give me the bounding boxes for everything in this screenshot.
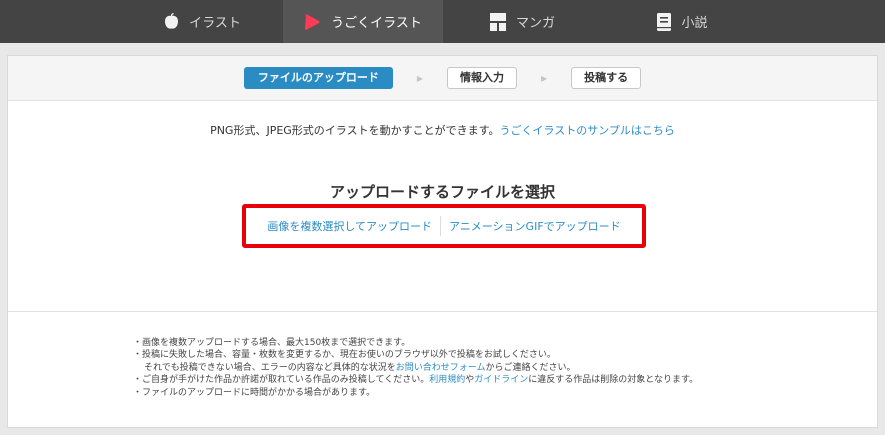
tab-manga-label: マンガ: [515, 16, 555, 31]
note-text: や: [465, 375, 475, 386]
note-text: に違反する作品は削除の対象となります。: [528, 375, 699, 386]
list-item: ・投稿に失敗した場合、容量・枚数を変更するか、現在お使いのブラウザ以外で投稿をお…: [133, 350, 556, 361]
guidelines-link[interactable]: ガイドライン: [474, 375, 528, 385]
note-text: ・ご自身が手がけた作品か許諾が取れている作品のみ投稿してください。: [133, 375, 430, 386]
step-arrow-icon: ▶: [416, 73, 423, 83]
tab-manga[interactable]: マンガ: [443, 0, 603, 43]
list-item: ・ファイルのアップロードに時間がかかる場合があります。: [133, 387, 376, 398]
play-icon: [303, 13, 321, 31]
section-divider: [8, 311, 877, 312]
contact-form-link[interactable]: お問い合わせフォーム: [396, 363, 486, 373]
list-item: ・画像を複数アップロードする場合、最大150枚まで選択できます。: [133, 338, 411, 348]
upload-title: アップロードするファイルを選択: [329, 183, 555, 201]
manga-icon: [489, 12, 506, 31]
tab-novel-label: 小説: [681, 16, 708, 31]
list-item: ・ご自身が手がけた作品か許諾が取れている作品のみ投稿してください。利用規約やガイ…: [133, 374, 698, 386]
tab-ugoira[interactable]: うごくイラスト: [282, 0, 443, 43]
upload-animated-gif-link[interactable]: アニメーションGIFでアップロード: [449, 218, 621, 234]
divider: [440, 216, 441, 236]
step-indicator: ファイルのアップロード ▶ 情報入力 ▶ 投稿する: [8, 56, 877, 101]
step-info-input: 情報入力: [447, 67, 517, 89]
top-navigation: イラスト うごくイラスト マンガ 小説: [0, 0, 885, 43]
format-notice-text: PNG形式、JPEG形式のイラストを動かすことができます。: [210, 124, 500, 137]
sample-link[interactable]: うごくイラストのサンプルはこちら: [499, 124, 674, 137]
step-arrow-icon: ▶: [541, 73, 548, 83]
tab-illust[interactable]: イラスト: [123, 0, 283, 43]
step-submit: 投稿する: [571, 67, 642, 89]
step-file-upload: ファイルのアップロード: [243, 67, 393, 89]
upload-options-highlight: 画像を複数選択してアップロード アニメーションGIFでアップロード: [242, 204, 646, 248]
upload-multiple-images-link[interactable]: 画像を複数選択してアップロード: [267, 218, 432, 234]
tab-novel[interactable]: 小説: [603, 0, 763, 43]
note-text: からご連絡ください。: [485, 362, 576, 373]
list-item: それでも投稿できない場合、エラーの内容など具体的な状況をお問い合わせフォームから…: [133, 362, 698, 374]
format-notice: PNG形式、JPEG形式のイラストを動かすことができます。うごくイラストのサンプ…: [8, 122, 877, 138]
book-icon: [657, 12, 672, 31]
note-text: それでも投稿できない場合、エラーの内容など具体的な状況を: [144, 362, 396, 373]
apple-icon: [164, 13, 179, 30]
tab-ugoira-label: うごくイラスト: [331, 16, 422, 31]
notes-list: ・画像を複数アップロードする場合、最大150枚まで選択できます。 ・投稿に失敗し…: [133, 337, 698, 399]
tab-illust-label: イラスト: [189, 16, 241, 31]
terms-link[interactable]: 利用規約: [429, 375, 465, 385]
upload-card: ファイルのアップロード ▶ 情報入力 ▶ 投稿する PNG形式、JPEG形式のイ…: [7, 55, 878, 428]
